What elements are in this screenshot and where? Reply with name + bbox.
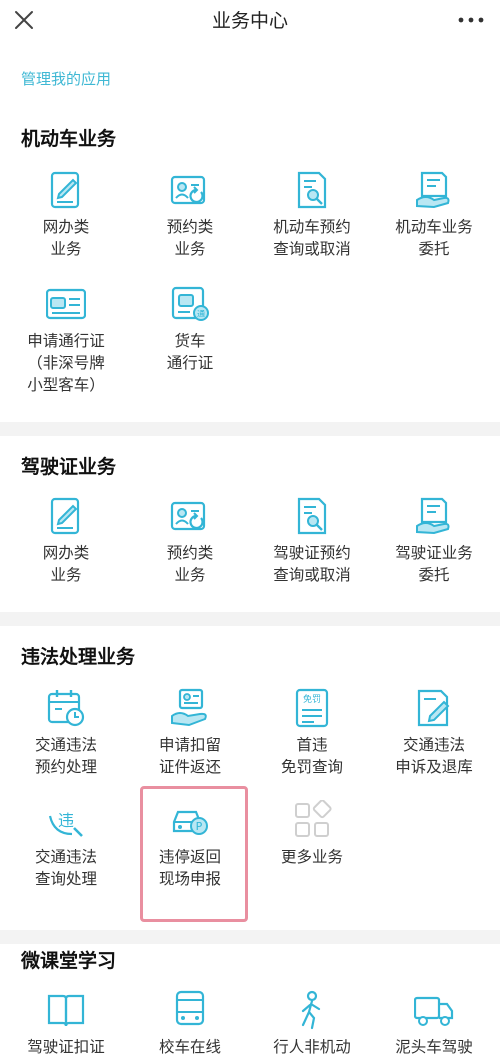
section-title-license: 驾驶证业务 (21, 456, 117, 478)
item-label: 交通违法 查询处理 (34, 848, 97, 888)
license-appointment-query-cancel[interactable]: 驾驶证预约 查询或取消 (250, 496, 374, 604)
top-bar: 业务中心 (0, 0, 500, 40)
license-return-apply[interactable]: 申请扣留 证件返还 (128, 688, 252, 796)
section-divider (0, 612, 500, 626)
item-label: 申请扣留 证件返还 (158, 736, 221, 776)
item-label: 校车在线 (158, 1038, 221, 1056)
item-label: 更多业务 (280, 848, 343, 866)
vehicle-appointment-business[interactable]: 预约类 业务 (128, 170, 252, 278)
item-label: 驾驶证扣证 (27, 1038, 105, 1056)
section-divider (0, 930, 500, 944)
item-label: 网办类 业务 (42, 218, 90, 258)
item-label: 交通违法 申诉及退库 (395, 736, 473, 776)
manage-my-apps-link[interactable]: 管理我的应用 (21, 68, 111, 89)
item-label: 货车 通行证 (166, 332, 214, 372)
first-violation-exemption-query[interactable]: 免罚 首违 免罚查询 (250, 688, 374, 796)
item-label: 泥头车驾驶 (395, 1038, 473, 1056)
section-title-violation: 违法处理业务 (21, 646, 136, 668)
section-title-micro-class: 微课堂学习 (21, 950, 117, 972)
car-pass-card-icon (46, 288, 86, 320)
violation-search-icon: 违 (48, 811, 83, 837)
license-business-entrust[interactable]: 驾驶证业务 委托 (372, 496, 496, 604)
section-divider (0, 422, 500, 436)
bus-icon (175, 990, 205, 1026)
vehicle-online-business[interactable]: 网办类 业务 (4, 170, 128, 278)
item-label: 申请通行证 （非深号牌 小型客车） (27, 332, 105, 394)
violation-appeal-refund[interactable]: 交通违法 申诉及退库 (372, 688, 496, 796)
dump-truck-icon (414, 996, 454, 1026)
highlight-annotation-box (140, 786, 248, 922)
item-label: 首违 免罚查询 (280, 736, 343, 776)
item-label: 驾驶证业务 委托 (395, 544, 473, 584)
item-label: 网办类 业务 (42, 544, 90, 584)
id-card-refresh-icon (170, 175, 206, 205)
document-search-icon (297, 497, 327, 535)
svg-text:通: 通 (197, 309, 205, 319)
violation-appointment[interactable]: 交通违法 预约处理 (4, 688, 128, 796)
vehicle-business-entrust[interactable]: 机动车业务 委托 (372, 170, 496, 278)
svg-text:免罚: 免罚 (303, 693, 321, 705)
tablet-edit-icon (50, 171, 80, 209)
calendar-clock-icon (47, 690, 85, 727)
license-online-business[interactable]: 网办类 业务 (4, 496, 128, 604)
violation-query-handle[interactable]: 违 交通违法 查询处理 (4, 800, 128, 908)
vehicle-appointment-query-cancel[interactable]: 机动车预约 查询或取消 (250, 170, 374, 278)
hand-document-icon (416, 497, 450, 535)
hand-card-return-icon (171, 688, 207, 727)
course-dump-truck[interactable]: 泥头车驾驶 (372, 990, 496, 1059)
page-title: 业务中心 (211, 10, 288, 32)
course-school-bus[interactable]: 校车在线 (128, 990, 252, 1059)
license-appointment-business[interactable]: 预约类 业务 (128, 496, 252, 604)
course-license-deduction[interactable]: 驾驶证扣证 (4, 990, 128, 1059)
document-pen-icon (417, 689, 450, 727)
apply-pass-card[interactable]: 申请通行证 （非深号牌 小型客车） (4, 284, 128, 394)
item-label: 预约类 业务 (166, 218, 214, 258)
free-penalty-doc-icon: 免罚 (295, 688, 329, 728)
document-search-icon (297, 171, 327, 209)
tablet-edit-icon (50, 497, 80, 535)
section-title-vehicle: 机动车业务 (21, 128, 117, 150)
item-label: 行人非机动 (273, 1038, 351, 1056)
item-label: 机动车预约 查询或取消 (273, 218, 351, 258)
hand-document-icon (416, 171, 450, 209)
pedestrian-icon (301, 990, 321, 1030)
more-apps-icon (295, 800, 332, 837)
item-label: 交通违法 预约处理 (34, 736, 97, 776)
truck-pass-icon: 通 (171, 286, 209, 321)
book-icon (47, 994, 85, 1027)
more-business[interactable]: 更多业务 (250, 800, 374, 908)
item-label: 机动车业务 委托 (395, 218, 473, 258)
id-card-refresh-icon (170, 501, 206, 531)
more-dots-icon[interactable] (456, 8, 486, 32)
course-pedestrian-non-motor[interactable]: 行人非机动 (250, 990, 374, 1059)
svg-text:违: 违 (58, 811, 74, 830)
truck-pass-card[interactable]: 通 货车 通行证 (128, 284, 252, 392)
item-label: 驾驶证预约 查询或取消 (273, 544, 351, 584)
item-label: 预约类 业务 (166, 544, 214, 584)
